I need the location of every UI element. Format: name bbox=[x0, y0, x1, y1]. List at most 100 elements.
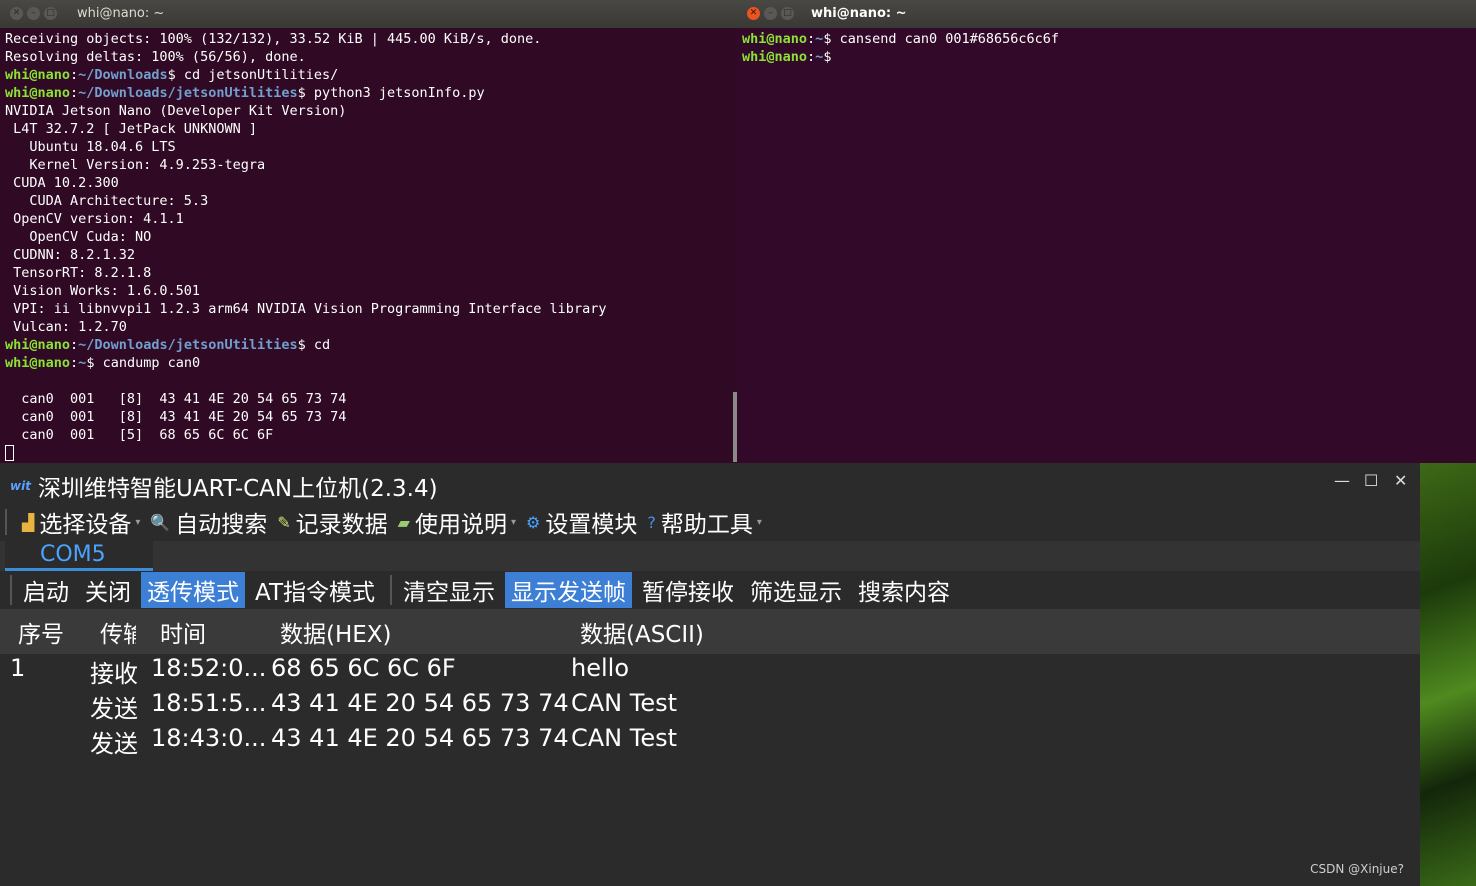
prompt-dollar: $ bbox=[167, 67, 176, 83]
prompt-user: whi@nano bbox=[5, 85, 71, 101]
terminal-line: TensorRT: 8.2.1.8 bbox=[5, 265, 152, 281]
minimize-icon[interactable]: – bbox=[27, 7, 40, 20]
prompt-user: whi@nano bbox=[742, 49, 808, 65]
menu-item[interactable]: ⚙ 设置模块 bbox=[526, 505, 637, 539]
menu-item[interactable]: ✎ 记录数据 bbox=[277, 505, 387, 539]
menu-item-label: 设置模块 bbox=[545, 512, 638, 538]
minimize-icon[interactable]: – bbox=[764, 7, 777, 20]
terminal-line: can0 001 [8] 43 41 4E 20 54 65 73 74 bbox=[5, 391, 347, 407]
app-title: 深圳维特智能UART-CAN上位机(2.3.4) bbox=[38, 476, 438, 502]
menu-item-label: 记录数据 bbox=[295, 512, 388, 538]
prompt-separator: : bbox=[807, 31, 816, 47]
action-button[interactable]: 筛选显示 bbox=[744, 572, 848, 608]
maximize-icon[interactable]: □ bbox=[781, 7, 794, 20]
minimize-button[interactable]: — bbox=[1334, 471, 1350, 490]
terminal-line: Ubuntu 18.04.6 LTS bbox=[5, 139, 176, 155]
command-text: python3 jetsonInfo.py bbox=[305, 85, 485, 101]
column-header-ascii[interactable]: 数据(ASCII) bbox=[580, 615, 704, 649]
help-icon: ? bbox=[647, 512, 656, 532]
menu-item-label: 选择设备 bbox=[39, 512, 132, 538]
terminal-line: CUDNN: 8.2.1.32 bbox=[5, 247, 136, 263]
left-terminal-titlebar[interactable]: ✕ – □ whi@nano: ~ bbox=[0, 0, 737, 28]
action-button[interactable]: 显示发送帧 bbox=[505, 572, 632, 608]
cell-direction: 发送 bbox=[90, 730, 138, 758]
cell-direction: 发送 bbox=[90, 695, 138, 723]
magnifier-icon: 🔍 bbox=[150, 512, 171, 532]
right-terminal-title: whi@nano: ~ bbox=[811, 6, 907, 21]
terminal-line: OpenCV Cuda: NO bbox=[5, 229, 152, 245]
terminal-line: whi@nano:~/Downloads/jetsonUtilities$ py… bbox=[5, 84, 737, 102]
chevron-down-icon[interactable]: ▾ bbox=[135, 517, 140, 528]
terminal-line: Resolving deltas: 100% (56/56), done. bbox=[5, 49, 306, 65]
cell-time: 18:43:0... bbox=[151, 724, 267, 752]
terminal-line: can0 001 [5] 68 65 6C 6C 6F bbox=[5, 427, 274, 443]
table-row[interactable]: 发送 18:43:0... 43 41 4E 20 54 65 73 74 CAN T… bbox=[0, 724, 1420, 759]
app-menubar: ▟ 选择设备 ▾ 🔍 自动搜索 ✎ 记录数据 ▰ 使用说明 ▾ ⚙ 设置模块? 帮助工具 ▾ bbox=[0, 503, 1420, 541]
cell-time: 18:52:0... bbox=[151, 654, 267, 682]
terminal-line: whi@nano:~/Downloads/jetsonUtilities$ cd bbox=[5, 336, 737, 354]
app-titlebar[interactable]: wit 深圳维特智能UART-CAN上位机(2.3.4) — ☐ ✕ bbox=[0, 463, 1420, 503]
chevron-down-icon[interactable]: ▾ bbox=[511, 517, 516, 528]
action-button[interactable]: 搜索内容 bbox=[852, 572, 956, 608]
cell-hex: 43 41 4E 20 54 65 73 74 bbox=[271, 689, 569, 717]
table-row[interactable]: 1 接收 18:52:0... 68 65 6C 6C 6F hello bbox=[0, 654, 1420, 689]
left-terminal-output[interactable]: Receiving objects: 100% (132/132), 33.52… bbox=[0, 28, 737, 462]
close-icon[interactable]: ✕ bbox=[10, 7, 23, 20]
prompt-user: whi@nano bbox=[5, 337, 71, 353]
action-button[interactable]: 启动 bbox=[17, 572, 75, 608]
terminal-line: VPI: ii libnvvpi1 1.2.3 arm64 NVIDIA Vis… bbox=[5, 301, 607, 317]
terminal-line: whi@nano:~$ candump can0 bbox=[5, 354, 737, 372]
menu-item[interactable]: 🔍 自动搜索 bbox=[150, 505, 267, 539]
left-terminal-window[interactable]: ✕ – □ whi@nano: ~ Receiving objects: 100… bbox=[0, 0, 737, 463]
prompt-user: whi@nano bbox=[5, 355, 71, 371]
close-button[interactable]: ✕ bbox=[1394, 471, 1407, 490]
column-header-time[interactable]: 时间 bbox=[160, 615, 206, 649]
menu-item-label: 自动搜索 bbox=[175, 512, 268, 538]
terminal-line: CUDA Architecture: 5.3 bbox=[5, 193, 209, 209]
action-button[interactable]: 透传模式 bbox=[141, 572, 245, 608]
menu-item[interactable]: ? 帮助工具 ▾ bbox=[647, 505, 762, 539]
tab-com5[interactable]: COM5 bbox=[5, 541, 153, 571]
toolbar-separator bbox=[10, 575, 12, 605]
column-header-index[interactable]: 序号 bbox=[18, 615, 64, 649]
maximize-button[interactable]: ☐ bbox=[1364, 471, 1378, 490]
right-terminal-titlebar[interactable]: ✕ – □ whi@nano: ~ bbox=[737, 0, 1476, 28]
column-header-direction[interactable]: 传输 bbox=[100, 615, 136, 649]
menu-item[interactable]: ▟ 选择设备 ▾ bbox=[22, 505, 140, 539]
right-terminal-window[interactable]: ✕ – □ whi@nano: ~ whi@nano:~$ cansend ca… bbox=[737, 0, 1476, 463]
close-icon[interactable]: ✕ bbox=[747, 7, 760, 20]
prompt-separator: : bbox=[807, 49, 816, 65]
terminal-line: Vision Works: 1.6.0.501 bbox=[5, 283, 201, 299]
action-button[interactable]: 关闭 bbox=[79, 572, 137, 608]
pencil-icon: ✎ bbox=[277, 512, 291, 532]
terminal-line: can0 001 [8] 43 41 4E 20 54 65 73 74 bbox=[5, 409, 347, 425]
uart-can-app-window[interactable]: wit 深圳维特智能UART-CAN上位机(2.3.4) — ☐ ✕ ▟ 选择设备… bbox=[0, 463, 1420, 886]
maximize-icon[interactable]: □ bbox=[44, 7, 57, 20]
prompt-separator: : bbox=[70, 337, 79, 353]
table-row[interactable]: 发送 18:51:5... 43 41 4E 20 54 65 73 74 CAN T… bbox=[0, 689, 1420, 724]
column-header-hex[interactable]: 数据(HEX) bbox=[280, 615, 392, 649]
command-text: candump can0 bbox=[94, 355, 201, 371]
right-terminal-output[interactable]: whi@nano:~$ cansend can0 001#68656c6c6f w… bbox=[737, 28, 1476, 66]
action-button[interactable]: 清空显示 bbox=[397, 572, 501, 608]
menu-item-label: 使用说明 bbox=[414, 512, 507, 538]
desktop-wallpaper bbox=[1420, 460, 1476, 886]
terminal-line: whi@nano:~$ bbox=[742, 48, 1476, 66]
cell-ascii: hello bbox=[571, 654, 629, 682]
action-button[interactable]: AT指令模式 bbox=[249, 572, 381, 608]
prompt-separator: : bbox=[70, 67, 79, 83]
prompt-user: whi@nano bbox=[742, 31, 808, 47]
command-text: cd jetsonUtilities/ bbox=[175, 67, 339, 83]
terminal-line: Vulcan: 1.2.70 bbox=[5, 319, 127, 335]
chevron-down-icon[interactable]: ▾ bbox=[757, 517, 762, 528]
cell-ascii: CAN Test bbox=[571, 724, 678, 752]
left-terminal-title: whi@nano: ~ bbox=[77, 6, 165, 21]
action-button[interactable]: 暂停接收 bbox=[636, 572, 740, 608]
prompt-path: ~/Downloads bbox=[78, 67, 168, 83]
command-text: cansend can0 001#68656c6c6f bbox=[831, 31, 1060, 47]
cell-index: 1 bbox=[10, 654, 26, 682]
prompt-dollar: $ bbox=[823, 49, 832, 65]
menu-item[interactable]: ▰ 使用说明 ▾ bbox=[398, 505, 516, 539]
prompt-path: ~/Downloads/jetsonUtilities bbox=[78, 337, 298, 353]
